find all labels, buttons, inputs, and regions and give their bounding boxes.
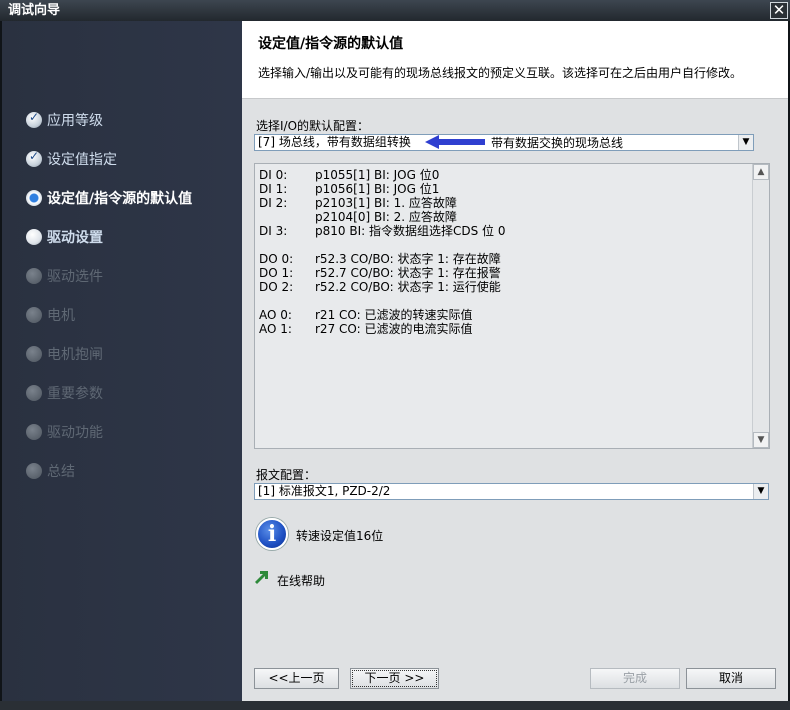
sidebar-step-label: 总结 — [47, 464, 75, 480]
step-radio-icon — [26, 190, 42, 206]
arrow-link-icon[interactable] — [255, 571, 269, 585]
step-radio-icon — [26, 229, 42, 245]
sidebar-step-label: 驱动功能 — [47, 425, 103, 441]
io-value: p1055[1] BI: JOG 位0 — [315, 168, 440, 182]
sidebar-step-label: 重要参数 — [47, 386, 103, 402]
io-value: r52.3 CO/BO: 状态字 1: 存在故障 — [315, 252, 501, 266]
online-help-link[interactable]: 在线帮助 — [277, 572, 325, 589]
step-radio-icon — [26, 424, 42, 440]
step-description: 选择输入/输出以及可能有的现场总线报文的预定义互联。该选择可在之后由用户自行修改… — [258, 66, 743, 80]
finish-button[interactable]: 完成 — [590, 668, 680, 689]
sidebar-step-item: 电机 — [26, 304, 75, 326]
io-list-row: p2104[0] BI: 2. 应答故障 — [259, 210, 457, 224]
step-radio-icon — [26, 307, 42, 323]
window-title: 调试向导 — [8, 3, 61, 18]
io-value: p2104[0] BI: 2. 应答故障 — [315, 210, 457, 224]
telegram-dropdown[interactable]: [1] 标准报文1, PZD-2/2 ▼ — [254, 483, 769, 500]
window-bottom-edge — [0, 701, 790, 710]
io-config-label: 选择I/O的默认配置： — [256, 119, 370, 133]
info-icon — [256, 518, 288, 550]
annotation-text: 带有数据交换的现场总线 — [491, 136, 624, 150]
io-list-row: AO 0: r21 CO: 已滤波的转速实际值 — [259, 308, 473, 322]
step-radio-icon — [26, 268, 42, 284]
io-list-row: DO 0: r52.3 CO/BO: 状态字 1: 存在故障 — [259, 252, 501, 266]
io-value: r52.7 CO/BO: 状态字 1: 存在报警 — [315, 266, 501, 280]
commissioning-wizard-window: 调试向导 ✕ 应用等级设定值指定设定值/指令源的默认值驱动设置驱动选件电机电机抱… — [0, 0, 790, 710]
sidebar-step-label: 设定值指定 — [47, 152, 117, 168]
step-title: 设定值/指令源的默认值 — [258, 36, 404, 52]
sidebar-step-item[interactable]: 驱动设置 — [26, 226, 103, 248]
checkmark-icon — [26, 110, 42, 128]
step-radio-icon — [26, 385, 42, 401]
io-value: p2103[1] BI: 1. 应答故障 — [315, 196, 457, 210]
sidebar-step-item: 总结 — [26, 460, 75, 482]
io-list-row: DO 1: r52.7 CO/BO: 状态字 1: 存在报警 — [259, 266, 501, 280]
io-key: DO 2: — [259, 280, 294, 294]
io-key: DO 1: — [259, 266, 294, 280]
chevron-down-icon[interactable]: ▼ — [753, 484, 768, 499]
sidebar-step-item: 驱动功能 — [26, 421, 103, 443]
sidebar-step-item: 电机抱闸 — [26, 343, 103, 365]
io-value: r21 CO: 已滤波的转速实际值 — [315, 308, 473, 322]
sidebar-step-label: 应用等级 — [47, 113, 103, 129]
io-key: DO 0: — [259, 252, 294, 266]
cancel-button[interactable]: 取消 — [686, 668, 776, 689]
main-panel: 设定值/指令源的默认值 选择输入/输出以及可能有的现场总线报文的预定义互联。该选… — [242, 21, 788, 701]
io-assignment-list[interactable]: ▲ ▼ DI 0: p1055[1] BI: JOG 位0 DI 1: p1056[1… — [254, 163, 770, 449]
io-value: p810 BI: 指令数据组选择CDS 位 0 — [315, 224, 506, 238]
sidebar-step-item[interactable]: 设定值指定 — [26, 148, 117, 170]
sidebar-step-item[interactable]: 应用等级 — [26, 109, 103, 131]
sidebar-step-label: 电机抱闸 — [47, 347, 103, 363]
scroll-down-icon[interactable]: ▼ — [753, 432, 769, 448]
sidebar-step-label: 驱动选件 — [47, 269, 103, 285]
scroll-up-icon[interactable]: ▲ — [753, 164, 769, 180]
next-button[interactable]: 下一页 >> — [350, 668, 439, 689]
telegram-label: 报文配置： — [256, 468, 317, 482]
io-config-selected: [7] 场总线，带有数据组转换 — [258, 135, 411, 149]
io-key: DI 0: — [259, 168, 288, 182]
vertical-scrollbar[interactable]: ▲ ▼ — [752, 164, 769, 448]
io-key: DI 3: — [259, 224, 288, 238]
io-value: r52.2 CO/BO: 状态字 1: 运行使能 — [315, 280, 501, 294]
sidebar-step-label: 设定值/指令源的默认值 — [47, 191, 193, 207]
step-radio-icon — [26, 463, 42, 479]
io-list-row: DI 0: p1055[1] BI: JOG 位0 — [259, 168, 439, 182]
telegram-selected: [1] 标准报文1, PZD-2/2 — [258, 484, 391, 498]
sidebar-step-item: 重要参数 — [26, 382, 103, 404]
io-key: DI 1: — [259, 182, 288, 196]
io-list-row: DI 3: p810 BI: 指令数据组选择CDS 位 0 — [259, 224, 505, 238]
info-text: 转速设定值16位 — [296, 529, 384, 543]
previous-button[interactable]: <<上一页 — [254, 668, 339, 689]
sidebar-step-label: 驱动设置 — [47, 230, 103, 246]
step-sidebar: 应用等级设定值指定设定值/指令源的默认值驱动设置驱动选件电机电机抱闸重要参数驱动… — [2, 21, 242, 701]
io-list-row: AO 1: r27 CO: 已滤波的电流实际值 — [259, 322, 473, 336]
io-key: DI 2: — [259, 196, 288, 210]
chevron-down-icon[interactable]: ▼ — [738, 135, 753, 150]
io-list-row: DI 1: p1056[1] BI: JOG 位1 — [259, 182, 439, 196]
io-value: p1056[1] BI: JOG 位1 — [315, 182, 440, 196]
step-radio-icon — [26, 346, 42, 362]
io-value: r27 CO: 已滤波的电流实际值 — [315, 322, 473, 336]
io-key: AO 1: — [259, 322, 292, 336]
io-key: AO 0: — [259, 308, 292, 322]
sidebar-step-item[interactable]: 设定值/指令源的默认值 — [26, 187, 192, 209]
arrow-left-icon — [425, 135, 485, 149]
io-list-row: DO 2: r52.2 CO/BO: 状态字 1: 运行使能 — [259, 280, 501, 294]
sidebar-step-item: 驱动选件 — [26, 265, 103, 287]
checkmark-icon — [26, 149, 42, 167]
sidebar-step-label: 电机 — [47, 308, 75, 324]
close-button[interactable]: ✕ — [770, 2, 788, 19]
step-header: 设定值/指令源的默认值 选择输入/输出以及可能有的现场总线报文的预定义互联。该选… — [242, 21, 788, 99]
title-bar: 调试向导 ✕ — [0, 0, 790, 21]
io-list-row: DI 2: p2103[1] BI: 1. 应答故障 — [259, 196, 457, 210]
